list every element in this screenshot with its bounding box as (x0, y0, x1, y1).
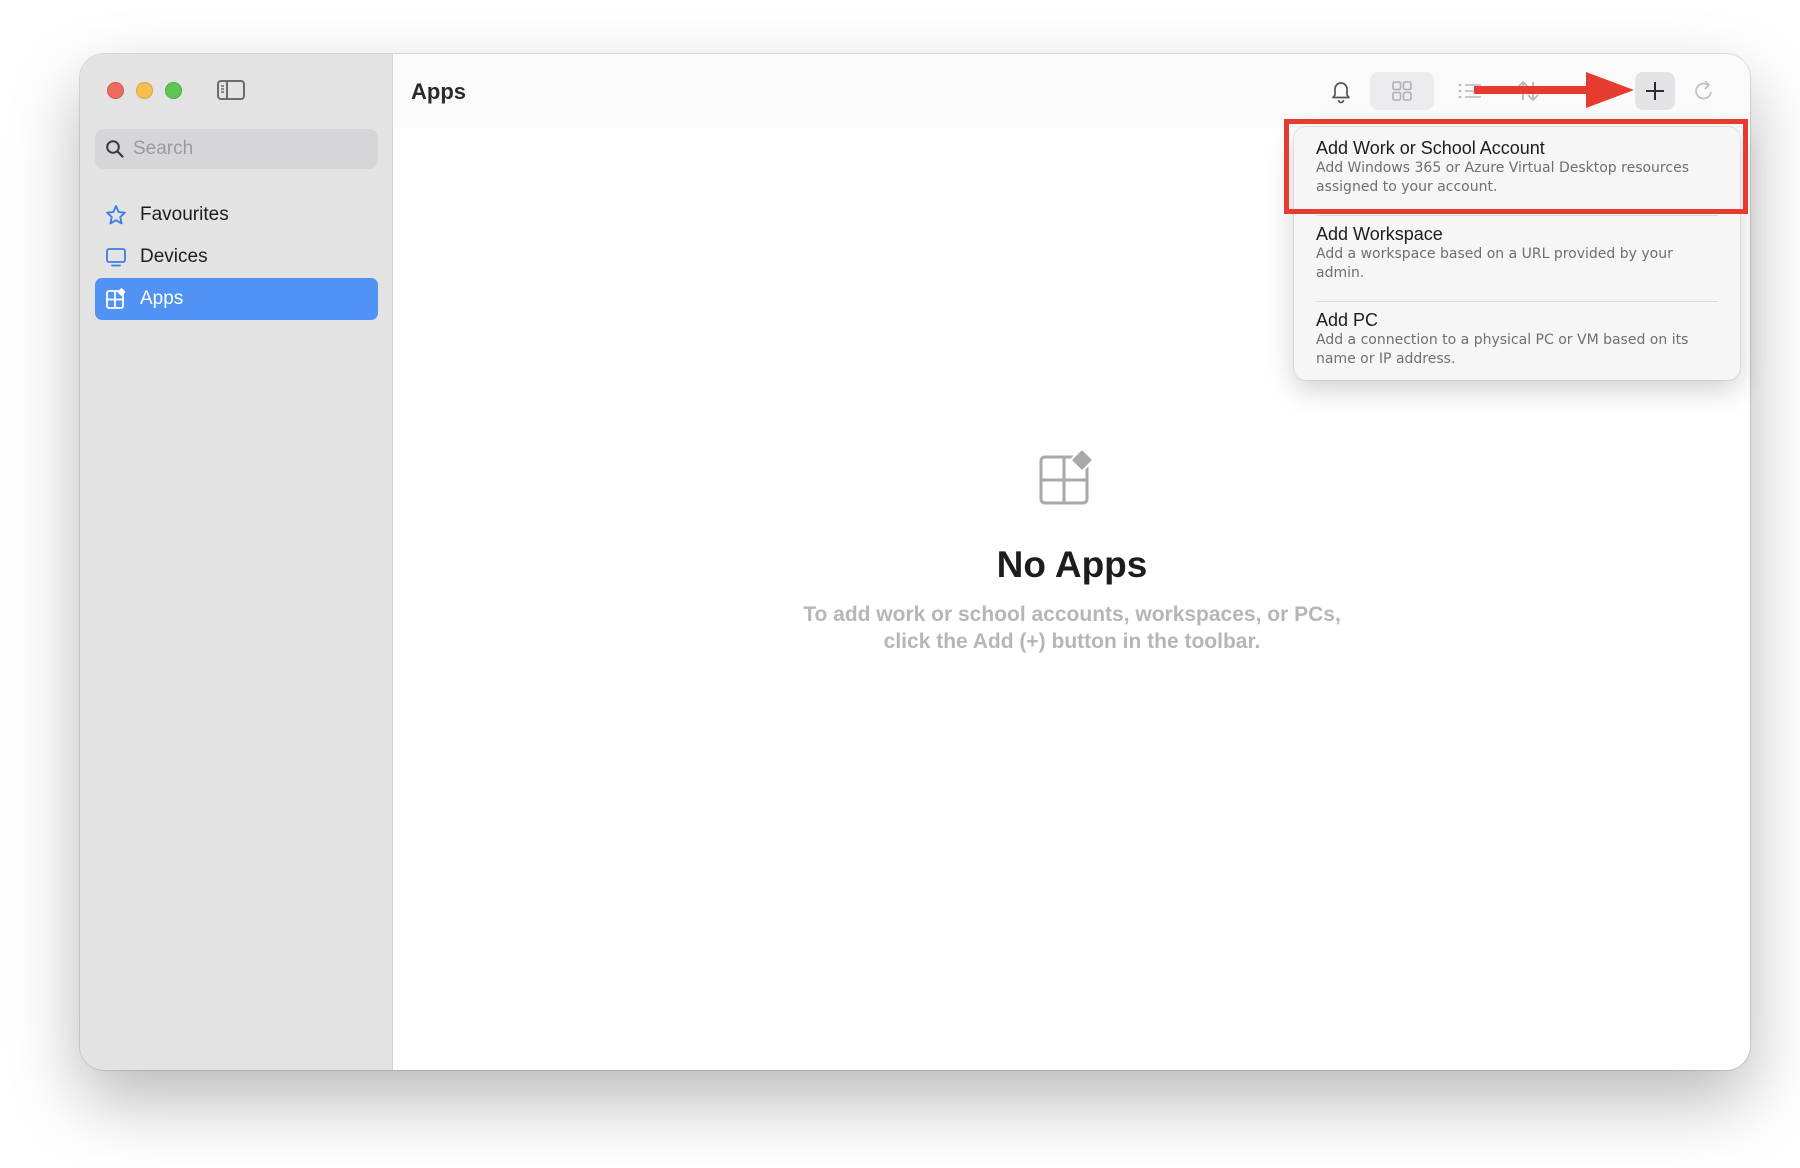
page-title: Apps (411, 79, 466, 104)
search-field[interactable] (95, 129, 378, 169)
sort-icon (1517, 80, 1539, 102)
sidebar-item-label: Favourites (140, 204, 229, 225)
notifications-button[interactable] (1322, 72, 1360, 110)
sidebar-item-devices[interactable]: Devices (95, 236, 378, 278)
search-icon (106, 140, 124, 158)
minimize-window-button[interactable] (136, 82, 153, 99)
sidebar-item-label: Devices (140, 246, 208, 267)
search-input[interactable] (133, 138, 363, 160)
menu-item-add-pc[interactable]: Add PC Add a connection to a physical PC… (1316, 309, 1722, 369)
monitor-icon (104, 245, 128, 269)
plus-icon (1646, 82, 1664, 100)
zoom-window-button[interactable] (165, 82, 182, 99)
star-icon (104, 203, 128, 227)
apps-icon (104, 287, 128, 311)
empty-state-line-2: click the Add (+) button in the toolbar. (883, 630, 1261, 653)
menu-item-title: Add Work or School Account (1316, 138, 1545, 158)
menu-item-add-work-or-school-account[interactable]: Add Work or School Account Add Windows 3… (1316, 137, 1722, 197)
empty-state-title: No Apps (996, 544, 1148, 585)
sidebar-item-label: Apps (140, 288, 184, 309)
menu-item-description: name or IP address. (1316, 351, 1456, 367)
close-window-button[interactable] (107, 82, 124, 99)
bell-icon (1332, 82, 1350, 104)
menu-item-description: Add a connection to a physical PC or VM … (1316, 332, 1689, 348)
add-button[interactable] (1635, 72, 1675, 110)
grid-view-icon (1392, 81, 1412, 101)
sidebar-item-apps[interactable]: Apps (95, 278, 378, 320)
menu-item-add-workspace[interactable]: Add Workspace Add a workspace based on a… (1316, 223, 1722, 283)
apps-placeholder-icon (1039, 449, 1094, 505)
sidebar-toggle-icon[interactable] (216, 78, 246, 102)
grid-view-button[interactable] (1370, 72, 1434, 110)
sidebar: Favourites Devices (80, 54, 393, 1070)
sidebar-item-favourites[interactable]: Favourites (95, 194, 378, 236)
refresh-icon (1695, 80, 1712, 100)
menu-item-description: Add a workspace based on a URL provided … (1316, 246, 1673, 262)
empty-state-line-1: To add work or school accounts, workspac… (803, 603, 1341, 626)
menu-item-description: assigned to your account. (1316, 179, 1498, 195)
refresh-button[interactable] (1684, 72, 1724, 110)
menu-divider (1316, 215, 1718, 216)
list-view-button[interactable] (1450, 72, 1490, 110)
sidebar-nav: Favourites Devices Apps (95, 194, 378, 320)
menu-item-title: Add Workspace (1316, 224, 1443, 244)
menu-divider (1316, 301, 1718, 302)
add-dropdown-menu: Add Work or School Account Add Windows 3… (1294, 127, 1740, 380)
empty-state-message: To add work or school accounts, workspac… (394, 601, 1750, 655)
menu-item-title: Add PC (1316, 310, 1379, 330)
sort-button[interactable] (1508, 72, 1548, 110)
menu-item-description: admin. (1316, 265, 1365, 281)
menu-item-description: Add Windows 365 or Azure Virtual Desktop… (1316, 160, 1689, 176)
toolbar: Apps (394, 54, 1750, 128)
list-view-icon (1458, 83, 1481, 99)
